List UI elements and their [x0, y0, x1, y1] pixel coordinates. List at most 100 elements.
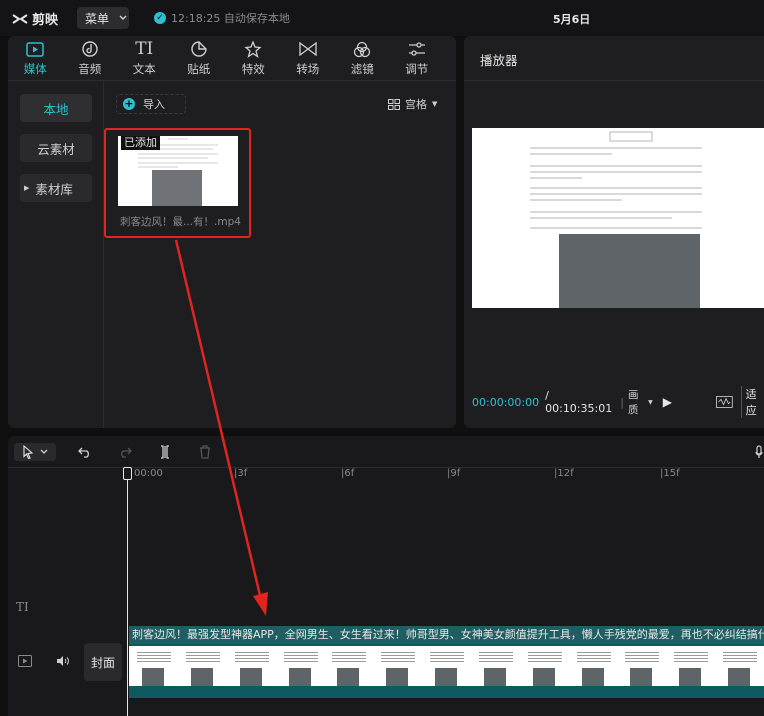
- view-label: 宫格: [405, 98, 427, 111]
- microphone-icon: [755, 445, 763, 458]
- select-tool-button[interactable]: [14, 443, 56, 461]
- delete-button[interactable]: [196, 443, 214, 461]
- app-name: 剪映: [32, 13, 59, 28]
- text-icon: TI: [135, 39, 154, 59]
- media-panel: 媒体 音频 TI 文本 贴纸 特效 转场 滤镜 调节 本地 云素材 ▶ 素材库 …: [8, 36, 456, 428]
- ruler-label: |12f: [554, 468, 574, 479]
- clip-frame: [226, 646, 276, 686]
- tab-effect[interactable]: 特效: [226, 36, 281, 80]
- tab-label: 文本: [132, 62, 156, 76]
- cover-button[interactable]: 封面: [84, 643, 122, 681]
- timeline-panel: 00:00 |3f |6f |9f |12f |15f TI 封面 刺客边风！最…: [8, 436, 764, 716]
- undo-button[interactable]: [76, 443, 94, 461]
- text-clip[interactable]: 刺客边风！最强发型神器APP，全网男生、女生看过来！帅哥型男、女神美女颜值提升工…: [129, 626, 764, 644]
- waveform-icon[interactable]: [715, 395, 733, 409]
- check-icon: ✓: [154, 12, 166, 24]
- volume-icon[interactable]: [56, 655, 70, 670]
- grid-icon: [388, 98, 400, 110]
- tab-media[interactable]: 媒体: [8, 36, 63, 80]
- sidebar-item-label: 素材库: [35, 181, 73, 197]
- clip-frame: [617, 646, 667, 686]
- filter-icon: [354, 41, 371, 57]
- tab-adjust[interactable]: 调节: [390, 36, 445, 80]
- clip-frame: [373, 646, 423, 686]
- tab-text[interactable]: TI 文本: [117, 36, 172, 80]
- tab-bar: 媒体 音频 TI 文本 贴纸 特效 转场 滤镜 调节: [8, 36, 456, 80]
- import-button[interactable]: + 导入: [116, 94, 186, 114]
- tab-label: 调节: [405, 62, 429, 76]
- tab-label: 媒体: [23, 62, 47, 76]
- media-filename: 刺客边风！最...有！.mp4: [120, 216, 241, 228]
- undo-icon: [78, 447, 89, 458]
- tab-audio[interactable]: 音频: [63, 36, 118, 80]
- tab-sticker[interactable]: 贴纸: [172, 36, 227, 80]
- menu-button[interactable]: 菜单: [77, 7, 129, 29]
- adjust-icon: [408, 42, 425, 56]
- play-button[interactable]: ▶: [663, 395, 672, 409]
- view-toggle[interactable]: 宫格 ▼: [388, 96, 437, 112]
- clip-frame: [129, 646, 178, 686]
- added-badge: 已添加: [121, 136, 160, 150]
- clip-frame: [422, 646, 471, 686]
- fit-button[interactable]: 适应: [740, 386, 764, 418]
- player-panel: 播放器 00:00:00:00 / 00:10:35:01 | 画质 ▼ ▶ 适…: [464, 36, 764, 428]
- clip-frame: [666, 646, 716, 686]
- effect-icon: [244, 40, 262, 58]
- caret-down-icon: ▼: [648, 398, 653, 406]
- sidebar-item-cloud[interactable]: 云素材: [20, 134, 92, 162]
- autosave-status: ✓ 12:18:25 自动保存本地: [154, 10, 290, 26]
- tab-label: 音频: [78, 62, 102, 76]
- import-label: 导入: [143, 98, 165, 111]
- clip-frames: [129, 646, 764, 686]
- sticker-icon: [191, 41, 207, 57]
- tab-transition[interactable]: 转场: [281, 36, 336, 80]
- quality-label: 画质: [627, 389, 639, 416]
- capcut-logo-icon: [12, 13, 28, 24]
- timeline-toolbar: [8, 436, 764, 468]
- microphone-button[interactable]: [754, 443, 764, 461]
- player-controls: 00:00:00:00 / 00:10:35:01 | 画质 ▼ ▶ 适应: [472, 386, 764, 418]
- clip-frame: [275, 646, 325, 686]
- tab-label: 贴纸: [187, 62, 211, 76]
- total-timecode: / 00:10:35:01: [545, 389, 613, 415]
- playhead-handle[interactable]: [123, 467, 132, 480]
- video-track-icon: [18, 655, 32, 670]
- playhead[interactable]: [127, 468, 128, 716]
- media-sidebar: 本地 云素材 ▶ 素材库: [8, 81, 104, 428]
- plus-icon: +: [123, 97, 135, 110]
- media-icon: [26, 41, 44, 57]
- tab-label: 特效: [241, 62, 265, 76]
- clip-frame: [715, 646, 764, 686]
- chevron-down-icon: [40, 449, 48, 454]
- tab-label: 转场: [296, 62, 320, 76]
- ruler-label: |9f: [447, 468, 461, 479]
- clip-frame: [324, 646, 374, 686]
- time-ruler[interactable]: 00:00 |3f |6f |9f |12f |15f: [8, 468, 764, 482]
- split-button[interactable]: [156, 443, 174, 461]
- ruler-label: |6f: [341, 468, 355, 479]
- menu-label: 菜单: [85, 11, 110, 26]
- document-title: 5月6日: [553, 13, 591, 26]
- ruler-label: |3f: [234, 468, 248, 479]
- autosave-text: 12:18:25 自动保存本地: [171, 12, 290, 25]
- clip-frame: [519, 646, 569, 686]
- caret-right-icon: ▶: [24, 184, 30, 192]
- current-timecode: 00:00:00:00: [472, 395, 540, 409]
- tab-label: 滤镜: [350, 62, 374, 76]
- redo-button[interactable]: [116, 443, 134, 461]
- quality-dropdown[interactable]: 画质 ▼: [628, 387, 653, 417]
- clip-frame: [177, 646, 227, 686]
- video-preview[interactable]: [472, 128, 764, 308]
- sidebar-item-library[interactable]: ▶ 素材库: [20, 174, 92, 202]
- clip-frame: [568, 646, 618, 686]
- media-item[interactable]: 已添加 刺客边风！最...有！.mp4: [104, 128, 251, 238]
- transition-icon: [299, 42, 317, 56]
- sidebar-item-local[interactable]: 本地: [20, 94, 92, 122]
- tab-filter[interactable]: 滤镜: [335, 36, 390, 80]
- video-clip[interactable]: [129, 644, 764, 698]
- clip-frame: [470, 646, 520, 686]
- chevron-down-icon: [119, 15, 127, 20]
- caret-down-icon: ▼: [432, 100, 438, 108]
- audio-icon: [82, 41, 98, 57]
- person-photo: [152, 170, 202, 206]
